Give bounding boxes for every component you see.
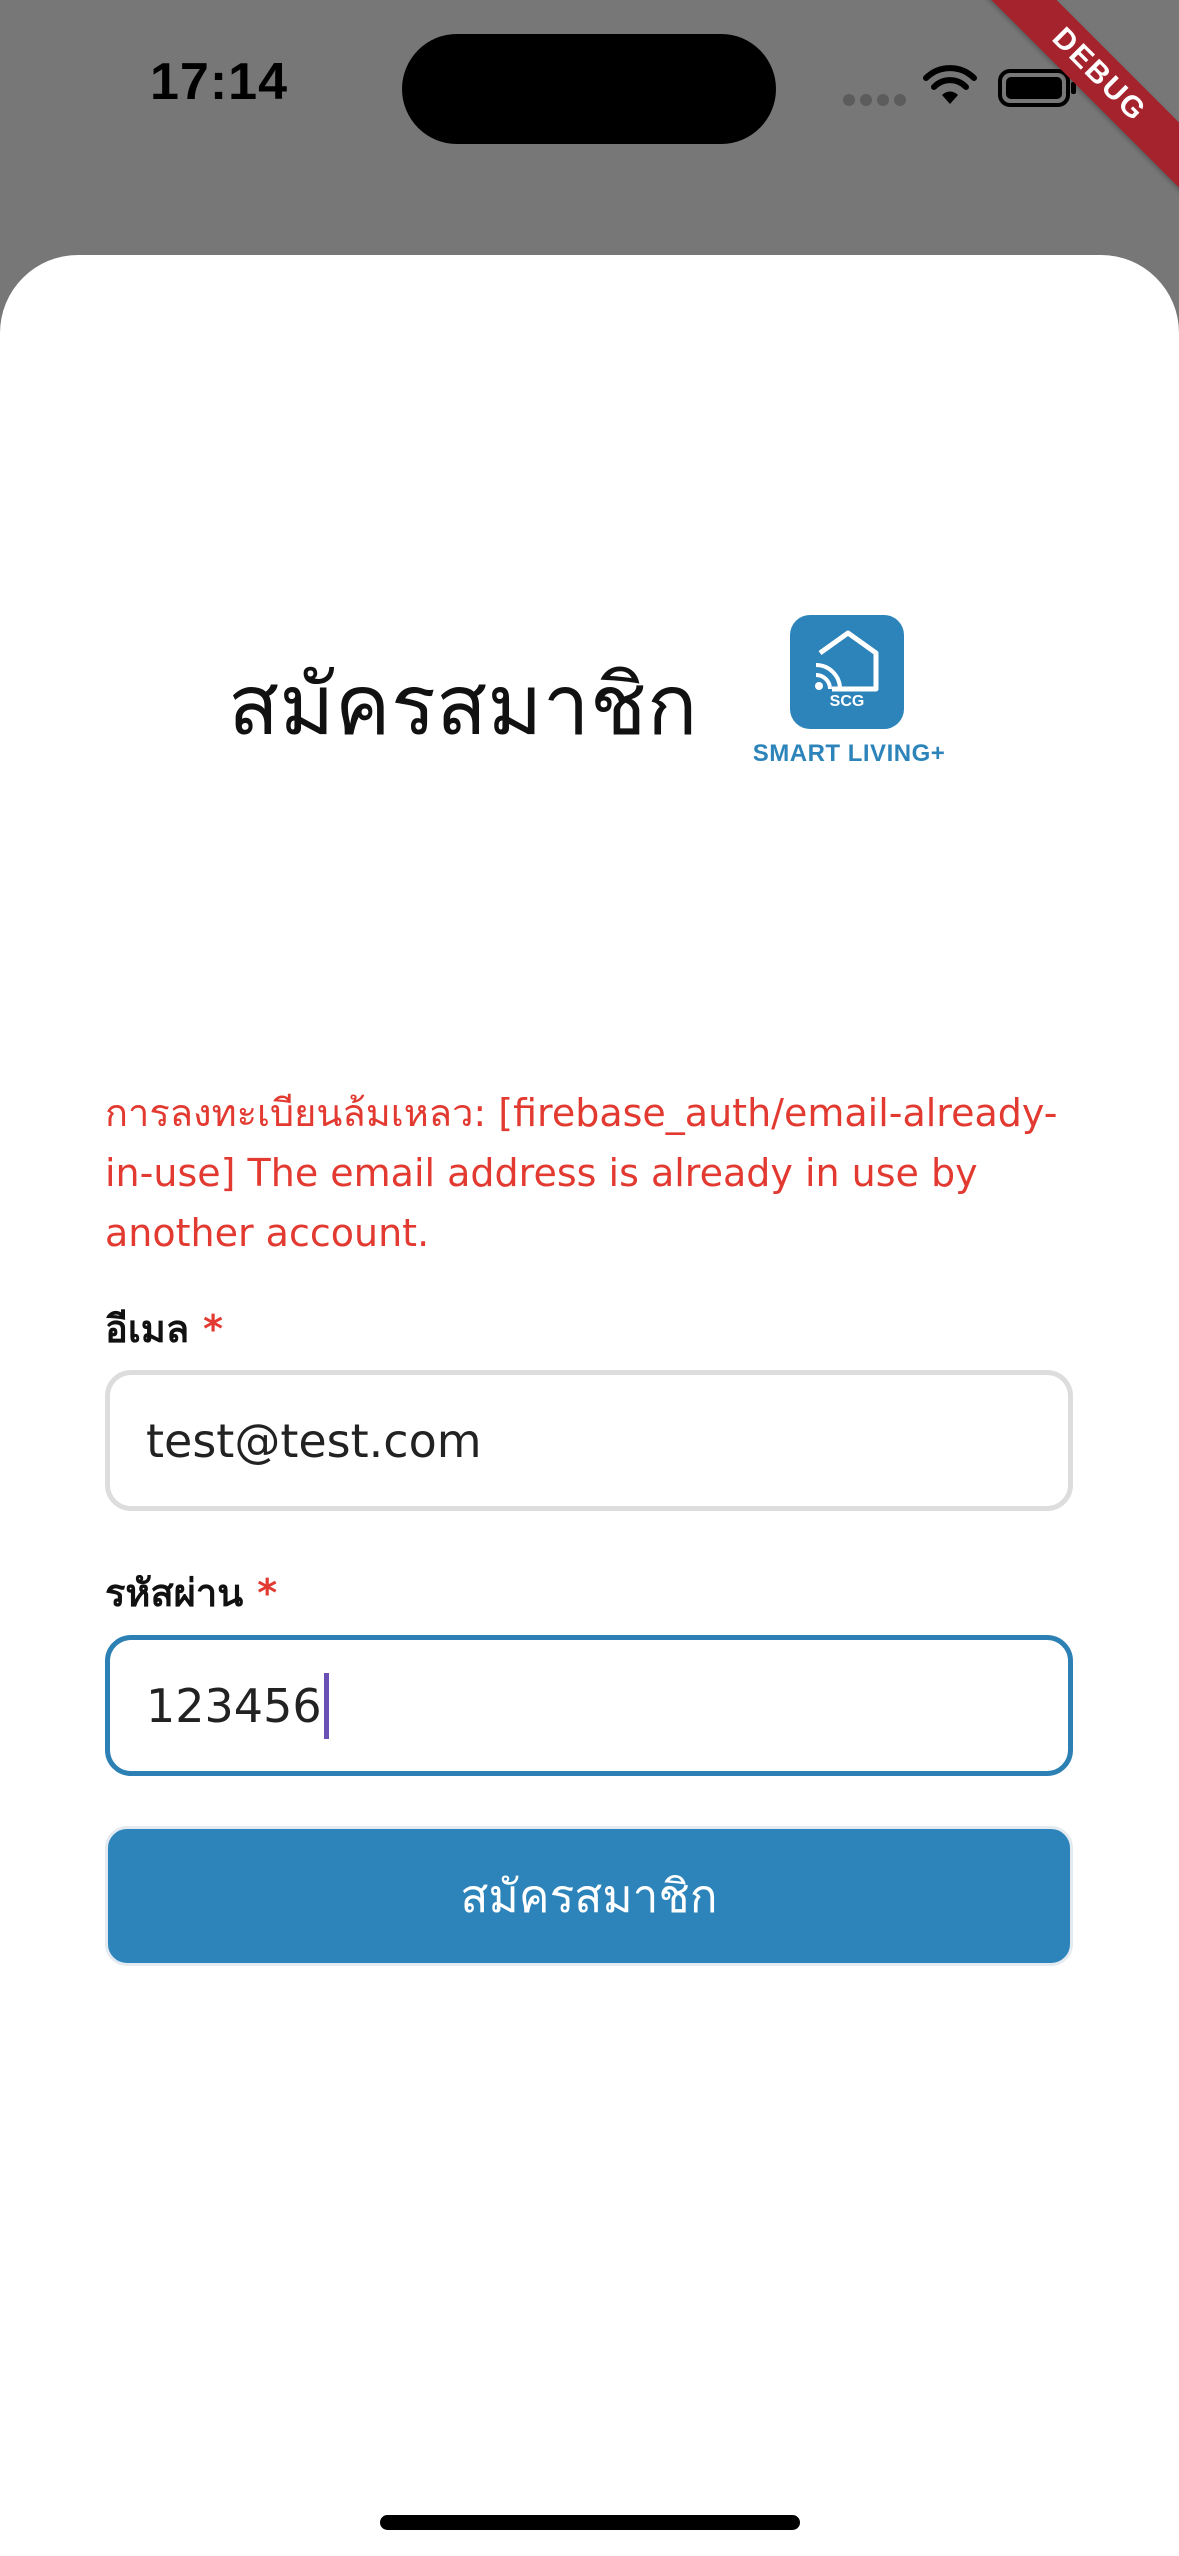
text-caret	[323, 1672, 329, 1739]
status-time: 17:14	[150, 53, 288, 111]
signup-button[interactable]: สมัครสมาชิก	[105, 1826, 1073, 1966]
header: สมัครสมาชิก SCG SMART LIVING+	[0, 615, 1179, 785]
email-label: อีเมล *	[105, 1298, 223, 1359]
password-field[interactable]: 123456	[105, 1635, 1073, 1776]
page-title: สมัครสมาชิก	[228, 656, 698, 754]
email-field[interactable]: test@test.com	[105, 1370, 1073, 1511]
email-required-mark: *	[203, 1307, 224, 1351]
brand-logo: SCG SMART LIVING+	[742, 615, 956, 785]
email-field-value: test@test.com	[146, 1413, 482, 1468]
logo-brand-text: SMART LIVING+	[752, 740, 946, 767]
email-label-text: อีเมล	[105, 1307, 190, 1351]
error-message: การลงทะเบียนล้มเหลว: [firebase_auth/emai…	[105, 1091, 1058, 1255]
password-required-mark: *	[257, 1571, 278, 1615]
password-label-text: รหัสผ่าน	[105, 1571, 244, 1615]
password-label: รหัสผ่าน *	[105, 1562, 277, 1623]
dynamic-island	[402, 34, 776, 144]
status-bar: 17:14 DEBUG	[0, 0, 1179, 255]
cellular-signal-icon	[843, 94, 907, 106]
home-indicator[interactable]	[380, 2515, 800, 2530]
password-field-value: 123456	[146, 1678, 322, 1733]
logo-scg-text: SCG	[829, 693, 865, 710]
wifi-icon	[923, 65, 977, 104]
smart-home-icon	[815, 630, 879, 692]
logo-tile: SCG	[790, 615, 904, 729]
